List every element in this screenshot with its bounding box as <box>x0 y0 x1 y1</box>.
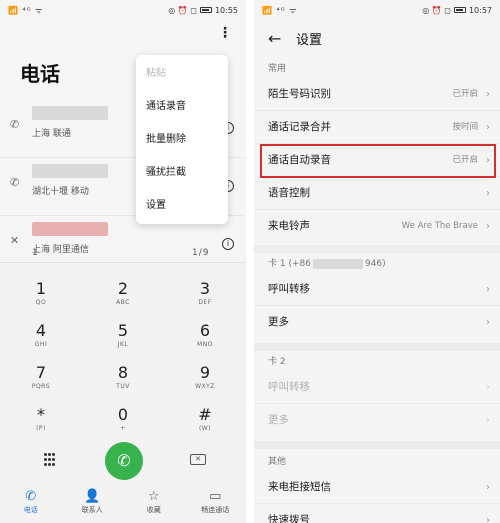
menu-item-paste: 粘贴 <box>146 68 166 79</box>
phone-app-screen: 📶 ⁴ᴳ ᯤ ◎ ⏰ ◻ 10:55 ⋮ 电话 ✆ 上海 联通 i ✆ 湖北十堰… <box>0 0 246 523</box>
chevron-right-icon: › <box>486 122 490 133</box>
chevron-right-icon: › <box>486 482 490 493</box>
phone-icon: ✆ <box>25 489 37 504</box>
setting-sim2-more: 更多 › <box>254 404 500 437</box>
tab-phone[interactable]: ✆ 电话 <box>0 488 62 523</box>
dial-key-6[interactable]: 6 MNO <box>164 321 246 359</box>
section-sim1: 卡 1 (+86 946) 呼叫转移 › 更多 › <box>254 255 500 339</box>
contacts-icon: 👤 <box>84 489 101 504</box>
status-time: 10:57 <box>468 5 492 15</box>
setting-ringtone[interactable]: 来电铃声 We Are The Brave › <box>254 210 500 243</box>
menu-item-call-recording[interactable]: 通话录音 <box>136 90 228 123</box>
section-label: 常用 <box>268 64 287 74</box>
signal-indicator: 📶 ⁴ᴳ ᯤ <box>262 5 298 15</box>
setting-call-log-merge[interactable]: 通话记录合并 按时间 › <box>254 111 500 144</box>
setting-speed-dial[interactable]: 快速拨号 › <box>254 504 500 523</box>
menu-item-settings[interactable]: 设置 <box>136 189 228 222</box>
menu-item-batch-delete[interactable]: 批量删除 <box>136 123 228 156</box>
backspace-icon[interactable]: ✕ <box>190 454 206 465</box>
status-icons: ◎ ⏰ ◻ <box>168 5 197 15</box>
menu-item-harassment-block[interactable]: 骚扰拦截 <box>136 156 228 189</box>
dial-key-hash[interactable]: # (W) <box>164 405 246 443</box>
chevron-right-icon: › <box>486 284 490 295</box>
setting-sim1-call-forwarding[interactable]: 呼叫转移 › <box>254 273 500 306</box>
chevron-right-icon: › <box>486 188 490 199</box>
phone-icon: ✆ <box>117 451 131 470</box>
status-icons: ◎ ⏰ ◻ <box>422 5 451 15</box>
redacted-contact <box>32 164 108 178</box>
more-options-icon[interactable]: ⋮ <box>218 26 232 40</box>
call-log-item-partial[interactable]: 1 1/9 <box>32 248 208 258</box>
call-location: 上海 阿里通信 <box>32 245 89 255</box>
collapse-dialpad-icon[interactable] <box>44 453 56 467</box>
dial-key-star[interactable]: * (P) <box>0 405 82 443</box>
settings-screen: 📶 ⁴ᴳ ᯤ ◎ ⏰ ◻ 10:57 ← 设置 常用 陌生号码识别 已开启 › … <box>254 0 500 523</box>
tab-contacts[interactable]: 👤 联系人 <box>62 488 124 523</box>
back-arrow-icon[interactable]: ← <box>268 29 284 48</box>
section-label: 卡 2 <box>268 357 286 367</box>
setting-unknown-number-id[interactable]: 陌生号码识别 已开启 › <box>254 78 500 111</box>
dial-key-0[interactable]: 0 + <box>82 405 164 443</box>
dial-key-1[interactable]: 1 QO <box>0 279 82 317</box>
video-call-icon: ▭ <box>209 489 222 504</box>
chevron-right-icon: › <box>486 515 490 523</box>
battery-icon <box>453 7 466 13</box>
dial-key-7[interactable]: 7 PQRS <box>0 363 82 401</box>
section-label: 卡 1 (+86 946) <box>268 258 386 269</box>
info-icon[interactable]: i <box>222 238 234 250</box>
setting-sim2-call-forwarding: 呼叫转移 › <box>254 371 500 404</box>
dial-key-9[interactable]: 9 WXYZ <box>164 363 246 401</box>
battery-icon <box>199 7 212 13</box>
page-title: 电话 <box>20 62 60 86</box>
dialpad: 1 QO 2 ABC 3 DEF 4 GHI 5 JKL 6 MNO 7 PQRS 8 TUV … <box>0 262 246 523</box>
missed-call-icon: ✕ <box>10 234 20 247</box>
setting-reject-sms[interactable]: 来电拒接短信 › <box>254 471 500 504</box>
tab-favorites[interactable]: ☆ 收藏 <box>123 488 185 523</box>
redacted-number <box>312 258 363 269</box>
section-sim2: 卡 2 呼叫转移 › 更多 › <box>254 353 500 437</box>
dialpad-keys: 1 QO 2 ABC 3 DEF 4 GHI 5 JKL 6 MNO 7 PQRS 8 TUV … <box>0 279 246 443</box>
panel-gap <box>246 0 254 523</box>
chevron-right-icon: › <box>486 415 490 426</box>
incoming-call-icon: ✆ <box>10 118 20 131</box>
page-title: 设置 <box>296 32 323 48</box>
redacted-contact <box>32 222 108 236</box>
dial-key-2[interactable]: 2 ABC <box>82 279 164 317</box>
signal-indicator: 📶 ⁴ᴳ ᯤ <box>8 5 44 15</box>
status-bar: 📶 ⁴ᴳ ᯤ ◎ ⏰ ◻ 10:57 <box>254 0 500 20</box>
chevron-right-icon: › <box>486 382 490 393</box>
dial-key-5[interactable]: 5 JKL <box>82 321 164 359</box>
chevron-right-icon: › <box>486 221 490 232</box>
call-button[interactable]: ✆ <box>105 442 143 480</box>
dial-key-8[interactable]: 8 TUV <box>82 363 164 401</box>
bottom-nav: ✆ 电话 👤 联系人 ☆ 收藏 ▭ 畅连通话 <box>0 488 246 523</box>
section-label: 其他 <box>268 457 287 467</box>
status-time: 10:55 <box>214 5 238 15</box>
chevron-right-icon: › <box>486 317 490 328</box>
redacted-contact <box>32 106 108 120</box>
star-icon: ☆ <box>147 489 160 504</box>
status-bar: 📶 ⁴ᴳ ᯤ ◎ ⏰ ◻ 10:55 <box>0 0 246 20</box>
chevron-right-icon: › <box>486 89 490 100</box>
settings-header: ← 设置 <box>254 26 500 50</box>
highlight-box <box>260 144 496 178</box>
dial-key-3[interactable]: 3 DEF <box>164 279 246 317</box>
call-count: 1/9 <box>192 248 210 258</box>
setting-voice-control[interactable]: 语音控制 › <box>254 177 500 210</box>
setting-sim1-more[interactable]: 更多 › <box>254 306 500 339</box>
overflow-menu: 粘贴 通话录音 批量删除 骚扰拦截 设置 <box>136 55 228 224</box>
section-other: 其他 来电拒接短信 › 快速拨号 › <box>254 453 500 523</box>
tab-meetime[interactable]: ▭ 畅连通话 <box>185 488 247 523</box>
dial-key-4[interactable]: 4 GHI <box>0 321 82 359</box>
incoming-call-icon: ✆ <box>10 176 20 189</box>
